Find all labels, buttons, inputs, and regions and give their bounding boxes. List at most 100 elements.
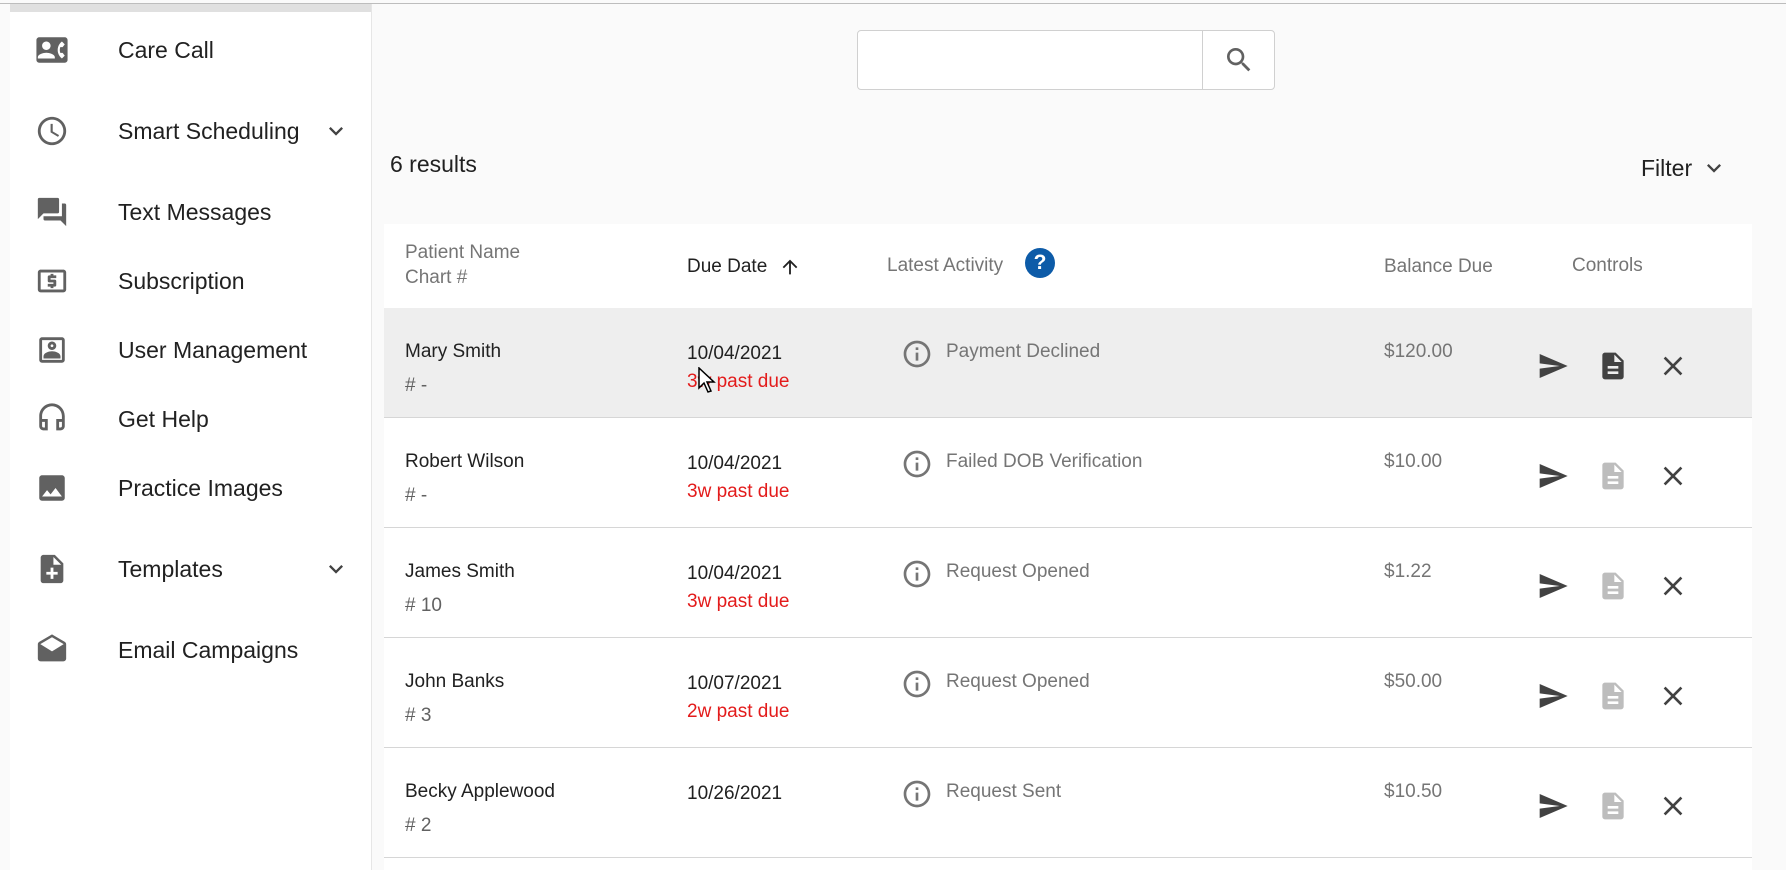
chevron-down-icon: [1707, 164, 1722, 173]
sidebar-item-email-campaigns[interactable]: Email Campaigns: [10, 622, 371, 678]
balance-due: $50.00: [1384, 671, 1443, 692]
filter-dropdown[interactable]: Filter: [1641, 154, 1728, 182]
image-icon: [34, 470, 70, 506]
header-due-date-label: Due Date: [687, 256, 768, 278]
sidebar-item-label: Care Call: [118, 36, 214, 63]
close-icon[interactable]: [1656, 789, 1690, 823]
note-add-icon: [34, 551, 70, 587]
chart-number: # 10: [405, 595, 442, 616]
search-input[interactable]: [858, 31, 1202, 89]
help-icon[interactable]: ?: [1025, 248, 1055, 278]
sidebar-scroll-indicator: [10, 4, 371, 12]
chat-icon: [34, 194, 70, 230]
sidebar-item-label: Templates: [118, 555, 223, 582]
patient-name: John Banks: [405, 671, 505, 692]
balance-due: $10.00: [1384, 451, 1443, 472]
dollar-card-icon: [34, 263, 70, 299]
patients-table: Patient Name Chart # Due Date Latest Act…: [384, 224, 1752, 870]
balance-due: $1.22: [1384, 561, 1432, 582]
document-icon[interactable]: [1596, 789, 1630, 823]
sidebar-item-care-call[interactable]: Care Call: [10, 22, 371, 78]
header-due-date[interactable]: Due Date: [687, 256, 801, 278]
table-row[interactable]: Robert Wilson # - 10/04/2021 3w past due Fai…: [384, 418, 1752, 528]
sidebar-item-templates[interactable]: Templates: [10, 541, 371, 597]
send-icon[interactable]: [1536, 789, 1570, 823]
contact-phone-icon: [34, 32, 70, 68]
due-date: 10/07/2021: [687, 673, 783, 694]
sidebar-item-label: Email Campaigns: [118, 636, 299, 663]
info-icon[interactable]: [901, 338, 933, 370]
info-icon[interactable]: [901, 668, 933, 700]
sidebar-item-label: Subscription: [118, 267, 245, 294]
sidebar-item-practice-images[interactable]: Practice Images: [10, 460, 371, 516]
sidebar-item-label: Smart Scheduling: [118, 117, 300, 144]
latest-activity: Failed DOB Verification: [946, 451, 1143, 472]
arrow-up-icon: [779, 256, 801, 278]
document-icon[interactable]: [1596, 679, 1630, 713]
sidebar-item-subscription[interactable]: Subscription: [10, 253, 371, 309]
latest-activity: Request Opened: [946, 671, 1090, 692]
header-patient-name[interactable]: Patient Name: [405, 242, 520, 264]
search-button[interactable]: [1202, 31, 1275, 89]
close-icon[interactable]: [1656, 349, 1690, 383]
close-icon[interactable]: [1656, 459, 1690, 493]
send-icon[interactable]: [1536, 349, 1570, 383]
clock-icon: [34, 113, 70, 149]
sidebar-item-label: Text Messages: [118, 198, 272, 225]
header-latest-activity[interactable]: Latest Activity: [887, 255, 1003, 277]
account-box-icon: [34, 332, 70, 368]
table-row[interactable]: John Banks # 3 10/07/2021 2w past due Reques…: [384, 638, 1752, 748]
sidebar: Care Call Smart Scheduling Text Messages…: [10, 4, 372, 870]
header-controls: Controls: [1572, 255, 1643, 276]
mouse-cursor-icon: [698, 367, 716, 393]
due-date: 10/04/2021: [687, 453, 783, 474]
latest-activity: Request Sent: [946, 781, 1062, 802]
send-icon[interactable]: [1536, 569, 1570, 603]
table-row[interactable]: Mary Smith # -10/04/2021 3w past due Paymen…: [384, 308, 1752, 418]
past-due-badge: 2w past due: [687, 701, 790, 722]
sidebar-item-label: User Management: [118, 336, 308, 363]
chevron-down-icon[interactable]: [322, 555, 350, 583]
chart-number: # -: [405, 375, 428, 396]
sidebar-item-text-messages[interactable]: Text Messages: [10, 184, 371, 240]
chart-number: # -: [405, 485, 428, 506]
send-icon[interactable]: [1536, 459, 1570, 493]
search-icon: [1227, 48, 1251, 72]
sidebar-item-label: Practice Images: [118, 474, 283, 501]
due-date: 10/04/2021: [687, 343, 783, 364]
search-bar: [857, 30, 1275, 90]
chevron-down-icon[interactable]: [322, 117, 350, 145]
document-icon[interactable]: [1596, 349, 1630, 383]
chart-number: # 3: [405, 705, 432, 726]
latest-activity: Request Opened: [946, 561, 1090, 582]
header-chart-number: Chart #: [405, 267, 468, 288]
patient-name: Becky Applewood: [405, 781, 555, 802]
document-icon[interactable]: [1596, 569, 1630, 603]
patient-name: Robert Wilson: [405, 451, 525, 472]
close-icon[interactable]: [1656, 679, 1690, 713]
table-row[interactable]: Becky Applewood # 2 10/26/2021 Request Sent…: [384, 748, 1752, 858]
chart-number: # 2: [405, 815, 432, 836]
sidebar-item-user-management[interactable]: User Management: [10, 322, 371, 378]
patient-name: James Smith: [405, 561, 515, 582]
sidebar-item-smart-scheduling[interactable]: Smart Scheduling: [10, 103, 371, 159]
headset-icon: [34, 401, 70, 437]
table-row[interactable]: James Smith # 10 10/04/2021 3w past due Requ…: [384, 528, 1752, 638]
document-icon[interactable]: [1596, 459, 1630, 493]
latest-activity: Payment Declined: [946, 341, 1101, 362]
info-icon[interactable]: [901, 448, 933, 480]
past-due-badge: 3w past due: [687, 591, 790, 612]
balance-due: $10.50: [1384, 781, 1443, 802]
results-count: 6 results: [390, 151, 477, 177]
send-icon[interactable]: [1536, 679, 1570, 713]
past-due-badge: 3w past due: [687, 481, 790, 502]
due-date: 10/04/2021: [687, 563, 783, 584]
info-icon[interactable]: [901, 778, 933, 810]
drafts-icon: [34, 632, 70, 668]
close-icon[interactable]: [1656, 569, 1690, 603]
header-balance-due[interactable]: Balance Due: [1384, 256, 1493, 278]
sidebar-item-label: Get Help: [118, 405, 209, 432]
balance-due: $120.00: [1384, 341, 1453, 362]
info-icon[interactable]: [901, 558, 933, 590]
sidebar-item-get-help[interactable]: Get Help: [10, 391, 371, 447]
